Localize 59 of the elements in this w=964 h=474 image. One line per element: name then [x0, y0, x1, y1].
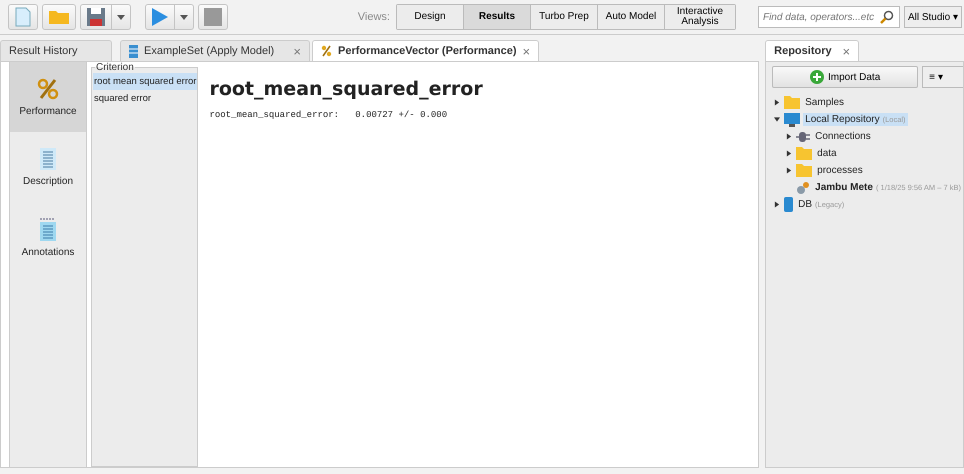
close-icon[interactable]: ×: [293, 44, 301, 58]
folder-icon: [796, 147, 812, 160]
expand-arrow-icon[interactable]: [774, 99, 782, 106]
editor-tab[interactable]: Result History: [0, 40, 112, 61]
editor-tab[interactable]: ExampleSet (Apply Model) ×: [120, 40, 310, 61]
result-value: root_mean_squared_error: 0.00727 +/- 0.000: [209, 110, 448, 120]
criterion-item[interactable]: root mean squared error: [93, 73, 198, 90]
close-icon[interactable]: ×: [842, 44, 850, 58]
tree-item[interactable]: processes: [815, 164, 865, 177]
folder-icon: [48, 9, 70, 25]
close-icon[interactable]: ×: [522, 44, 530, 58]
expand-arrow-icon[interactable]: [786, 150, 794, 157]
dropdown-button[interactable]: [175, 4, 194, 30]
tree-item[interactable]: data: [815, 147, 839, 160]
criterion-label: Criterion: [95, 62, 135, 73]
expand-arrow-icon[interactable]: [786, 133, 794, 140]
expand-arrow-icon[interactable]: [774, 201, 782, 208]
monitor-icon: [784, 112, 800, 126]
save-button[interactable]: [80, 4, 112, 30]
search-icon: [880, 10, 894, 24]
play-icon: [151, 7, 169, 27]
document-icon: [15, 7, 31, 27]
view-tab[interactable]: Interactive Analysis: [664, 5, 735, 29]
view-button[interactable]: Annotations: [10, 202, 86, 272]
view-button[interactable]: Performance: [10, 62, 86, 132]
view-button[interactable]: Description: [10, 132, 86, 202]
expand-arrow-icon[interactable]: [774, 116, 782, 123]
percent-icon: [321, 45, 332, 57]
document-icon: [40, 148, 56, 170]
dropdown-button[interactable]: [112, 4, 131, 30]
folder-icon: [796, 164, 812, 177]
notepad-icon: [40, 216, 56, 240]
menu-button[interactable]: ≡ ▾: [922, 66, 963, 88]
scope-dropdown[interactable]: All Studio ▾: [904, 6, 962, 28]
gears-icon: [796, 180, 810, 194]
view-tab[interactable]: Turbo Prep: [530, 5, 598, 29]
repository-tab[interactable]: Repository ×: [765, 40, 860, 61]
result-heading: root_mean_squared_error: [209, 78, 484, 100]
search-field[interactable]: Find data, operators...etc: [758, 6, 900, 28]
editor-tab[interactable]: PerformanceVector (Performance) ×: [312, 40, 540, 61]
folder-icon: [784, 96, 800, 109]
view-tab[interactable]: Design: [396, 5, 464, 29]
view-tab[interactable]: Results: [464, 5, 531, 29]
caret-icon: [117, 14, 125, 20]
database-icon: [784, 197, 794, 212]
table-icon: [129, 44, 138, 58]
plug-icon: [796, 130, 810, 142]
criterion-item[interactable]: squared error: [93, 90, 198, 107]
caret-icon: [180, 14, 188, 20]
tree-item[interactable]: Samples: [803, 96, 846, 109]
expand-arrow-icon[interactable]: [786, 167, 794, 174]
view-tab[interactable]: Auto Model: [598, 5, 665, 29]
import-data-button[interactable]: Import Data: [772, 66, 918, 88]
plus-icon: [810, 70, 824, 84]
percent-icon: [37, 78, 59, 100]
tree-item[interactable]: Connections: [813, 130, 873, 143]
run-button[interactable]: [145, 4, 175, 30]
views-label: Views:: [358, 11, 390, 23]
stop-icon: [204, 8, 222, 26]
